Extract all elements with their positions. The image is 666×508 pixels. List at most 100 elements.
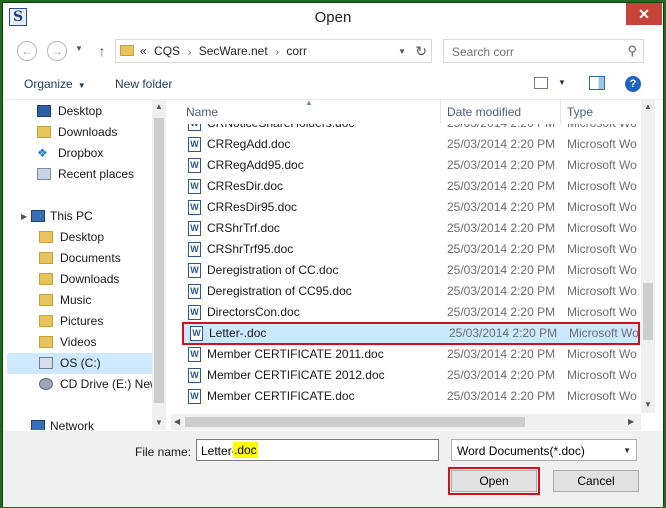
- help-icon[interactable]: ?: [625, 76, 641, 92]
- file-date: 25/03/2014 2:20 PM: [447, 221, 556, 235]
- cd-drive-icon: [39, 378, 53, 390]
- nav-item-os-c[interactable]: OS (C:): [7, 353, 152, 374]
- change-view-icon[interactable]: [534, 77, 548, 89]
- scroll-up-icon[interactable]: ▲: [155, 102, 163, 111]
- scroll-left-icon[interactable]: ◀: [174, 417, 180, 426]
- column-date-modified[interactable]: Date modified: [447, 105, 521, 119]
- file-row[interactable]: W Deregistration of CC95.doc 25/03/2014 2:…: [181, 281, 641, 302]
- file-list-horizontal-scrollbar[interactable]: ◀ ▶: [171, 414, 641, 430]
- breadcrumb-secware[interactable]: SecWare.net: [199, 44, 268, 58]
- preview-pane-icon[interactable]: [589, 76, 605, 90]
- nav-item-recent-places[interactable]: Recent places: [7, 164, 152, 185]
- file-date: 25/03/2014 2:20 PM: [447, 263, 556, 277]
- breadcrumb-cqs[interactable]: CQS: [154, 44, 180, 58]
- file-row[interactable]: W DirectorsCon.doc 25/03/2014 2:20 PM Micro…: [181, 302, 641, 323]
- file-name: Member CERTIFICATE 2012.doc: [207, 368, 385, 382]
- cancel-button[interactable]: Cancel: [553, 470, 639, 492]
- drive-icon: [39, 357, 53, 369]
- file-name-value: Letter-: [201, 444, 236, 458]
- file-name: Member CERTIFICATE.doc: [207, 389, 355, 403]
- file-name: Deregistration of CC95.doc: [207, 284, 352, 298]
- file-row-selected[interactable]: W Letter-.doc 25/03/2014 2:20 PM Microsoft …: [182, 322, 640, 345]
- horizontal-scroll-thumb[interactable]: [185, 417, 525, 427]
- column-divider[interactable]: [440, 100, 441, 124]
- file-extension-highlight: .doc: [233, 442, 258, 458]
- breadcrumb-corr[interactable]: corr: [286, 44, 307, 58]
- file-date: 25/03/2014 2:20 PM: [447, 137, 556, 151]
- file-row[interactable]: W Member CERTIFICATE.doc 25/03/2014 2:20 P…: [181, 386, 641, 407]
- column-name[interactable]: Name: [186, 105, 218, 119]
- scroll-up-icon[interactable]: ▲: [644, 102, 652, 111]
- nav-item-pictures[interactable]: Pictures: [7, 311, 152, 332]
- file-row[interactable]: W Member CERTIFICATE 2012.doc 25/03/2014 2…: [181, 365, 641, 386]
- open-button[interactable]: Open: [448, 467, 540, 495]
- search-box[interactable]: ⚲: [443, 39, 644, 63]
- nav-label: OS (C:): [60, 356, 101, 370]
- close-button[interactable]: ✕: [626, 3, 662, 25]
- nav-scroll-thumb[interactable]: [154, 118, 164, 403]
- breadcrumb-overflow[interactable]: «: [140, 44, 147, 58]
- file-type-filter[interactable]: Word Documents(*.doc) ▼: [451, 439, 637, 461]
- scroll-down-icon[interactable]: ▼: [155, 418, 163, 427]
- column-type[interactable]: Type: [567, 105, 593, 119]
- nav-item-pc-downloads[interactable]: Downloads: [7, 269, 152, 290]
- file-row[interactable]: W CRRegAdd.doc 25/03/2014 2:20 PM Microsoft…: [181, 134, 641, 155]
- scroll-down-icon[interactable]: ▼: [644, 400, 652, 409]
- address-dropdown[interactable]: ▼: [398, 47, 406, 56]
- file-row[interactable]: W CRRegAdd95.doc 25/03/2014 2:20 PM Microso…: [181, 155, 641, 176]
- file-row[interactable]: W CRResDir.doc 25/03/2014 2:20 PM Microsoft…: [181, 176, 641, 197]
- back-button[interactable]: ←: [17, 41, 37, 61]
- organize-button[interactable]: Organize ▼: [24, 77, 86, 91]
- nav-label: Pictures: [60, 314, 104, 328]
- nav-item-music[interactable]: Music: [7, 290, 152, 311]
- file-date: 25/03/2014 2:20 PM: [447, 158, 556, 172]
- nav-item-pc-desktop[interactable]: Desktop: [7, 227, 152, 248]
- file-date: 25/03/2014 2:20 PM: [449, 326, 558, 340]
- nav-item-this-pc[interactable]: ▶ This PC: [7, 206, 152, 227]
- refresh-icon[interactable]: ↻: [415, 43, 427, 60]
- nav-label: Dropbox: [58, 146, 104, 160]
- nav-item-desktop[interactable]: Desktop: [7, 101, 152, 122]
- nav-item-videos[interactable]: Videos: [7, 332, 152, 353]
- recent-locations-dropdown[interactable]: ▼: [75, 44, 83, 53]
- title-bar[interactable]: S Open ✕: [3, 3, 663, 33]
- scroll-right-icon[interactable]: ▶: [628, 417, 634, 426]
- file-row[interactable]: W Deregistration of CC.doc 25/03/2014 2:20…: [181, 260, 641, 281]
- file-row[interactable]: W CRShrTrf95.doc 25/03/2014 2:20 PM Microso…: [181, 239, 641, 260]
- file-name-input[interactable]: Letter- .doc: [196, 439, 439, 461]
- up-arrow-icon: ↑: [98, 43, 106, 59]
- file-type: Microsoft Wo: [567, 347, 637, 361]
- view-options-dropdown[interactable]: ▼: [558, 78, 566, 87]
- nav-item-network[interactable]: Network: [7, 416, 152, 430]
- file-type: Microsoft Wo: [567, 158, 637, 172]
- file-type: Microsoft Wo: [567, 200, 637, 214]
- breadcrumb: « CQS › SecWare.net › corr: [140, 44, 311, 58]
- search-icon[interactable]: ⚲: [627, 43, 637, 59]
- forward-button[interactable]: →: [47, 41, 67, 61]
- file-list-scroll-thumb[interactable]: [643, 283, 653, 340]
- nav-item-downloads[interactable]: Downloads: [7, 122, 152, 143]
- nav-item-dropbox[interactable]: ❖ Dropbox: [7, 143, 152, 164]
- computer-icon: [31, 210, 45, 222]
- pictures-folder-icon: [39, 315, 53, 327]
- word-document-icon: W: [188, 242, 201, 257]
- address-bar[interactable]: « CQS › SecWare.net › corr ▼ ↻: [115, 39, 432, 63]
- nav-item-documents[interactable]: Documents: [7, 248, 152, 269]
- nav-label: This PC: [50, 209, 93, 223]
- file-row[interactable]: W CRResDir95.doc 25/03/2014 2:20 PM Microso…: [181, 197, 641, 218]
- file-rows: W CRNoticeShareHolders.doc 25/03/2014 2:20…: [171, 124, 641, 414]
- up-button[interactable]: ↑: [95, 41, 109, 61]
- file-row[interactable]: W Member CERTIFICATE 2011.doc 25/03/2014 2…: [181, 344, 641, 365]
- column-divider[interactable]: [560, 100, 561, 124]
- file-row[interactable]: W CRShrTrf.doc 25/03/2014 2:20 PM Microsoft…: [181, 218, 641, 239]
- file-list-vertical-scrollbar[interactable]: ▲ ▼: [641, 100, 655, 413]
- navigation-bar: ← → ▼ ↑ « CQS › SecWare.net › corr ▼ ↻ ⚲: [3, 36, 663, 66]
- nav-item-cd-drive[interactable]: CD Drive (E:) New: [7, 374, 152, 395]
- file-row[interactable]: W CRNoticeShareHolders.doc 25/03/2014 2:20…: [181, 124, 641, 134]
- nav-scrollbar[interactable]: ▲ ▼: [152, 100, 166, 430]
- word-document-icon: W: [188, 305, 201, 320]
- word-document-icon: W: [188, 124, 201, 131]
- search-input[interactable]: [450, 43, 624, 61]
- new-folder-button[interactable]: New folder: [115, 77, 172, 91]
- music-folder-icon: [39, 294, 53, 306]
